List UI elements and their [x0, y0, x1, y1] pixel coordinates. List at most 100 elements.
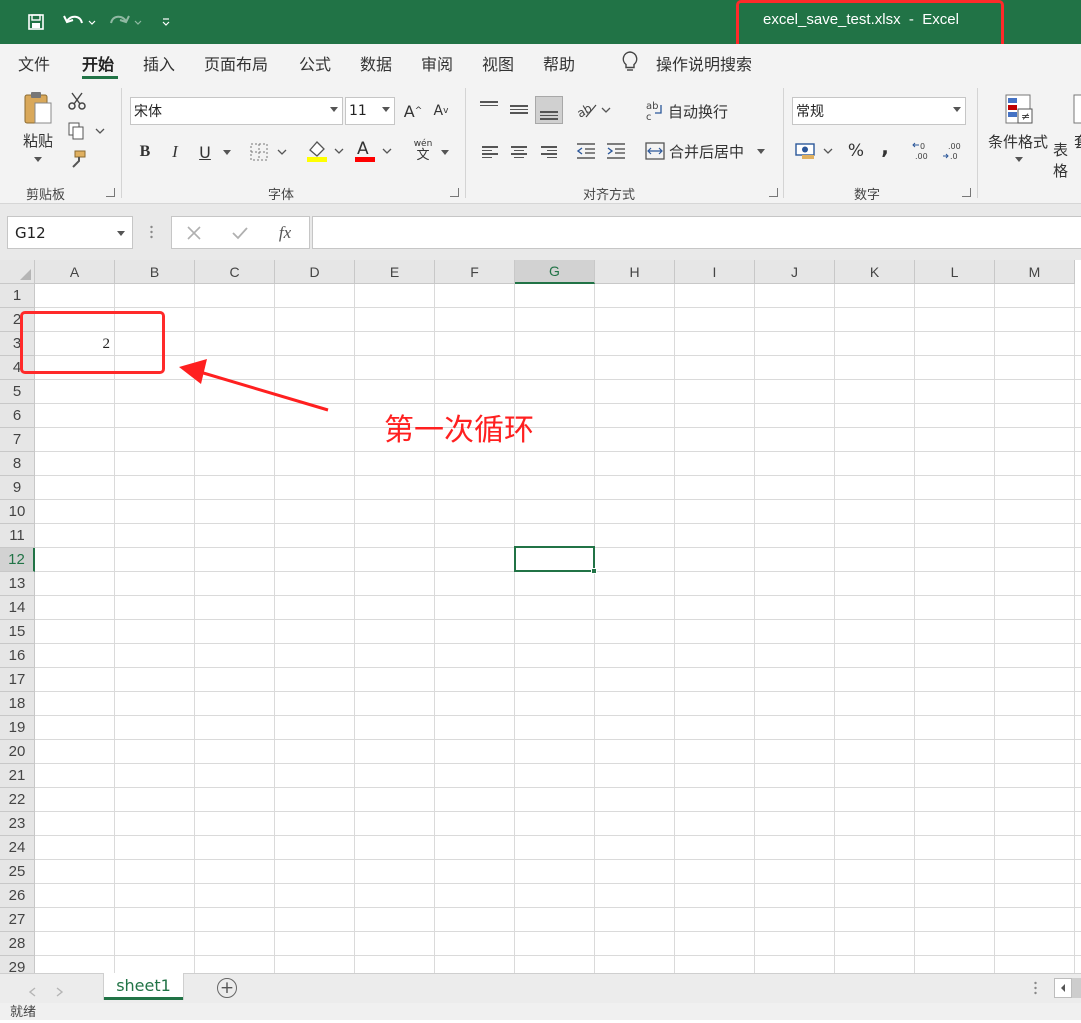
row-header-26[interactable]: 26: [0, 884, 35, 908]
tab-formulas[interactable]: 公式: [299, 51, 331, 75]
row-header-29[interactable]: 29: [0, 956, 35, 973]
copy-icon[interactable]: [66, 120, 106, 142]
align-center-icon[interactable]: [511, 144, 527, 160]
format-painter-icon[interactable]: [66, 148, 88, 170]
row-header-21[interactable]: 21: [0, 764, 35, 788]
font-name-combo[interactable]: 宋体: [130, 97, 343, 125]
column-header-d[interactable]: D: [275, 260, 355, 284]
insert-function-button[interactable]: fx: [272, 221, 298, 245]
sheet-tab-sheet1[interactable]: sheet1: [104, 973, 183, 1000]
wrap-text-icon[interactable]: ab c: [645, 98, 665, 122]
font-color-icon[interactable]: A: [352, 138, 394, 164]
row-header-5[interactable]: 5: [0, 380, 35, 404]
tab-help[interactable]: 帮助: [543, 51, 575, 75]
tab-review[interactable]: 审阅: [421, 51, 453, 75]
increase-decimal-icon[interactable]: 0.00: [911, 139, 935, 163]
wrap-text-button[interactable]: 自动换行: [668, 100, 728, 122]
row-header-17[interactable]: 17: [0, 668, 35, 692]
row-header-10[interactable]: 10: [0, 500, 35, 524]
redo-icon[interactable]: [106, 10, 144, 34]
decrease-indent-icon[interactable]: [574, 140, 598, 162]
column-header-i[interactable]: I: [675, 260, 755, 284]
tell-me-search[interactable]: 操作说明搜索: [656, 51, 752, 75]
number-format-combo[interactable]: 常规: [792, 97, 966, 125]
row-header-25[interactable]: 25: [0, 860, 35, 884]
fill-color-icon[interactable]: [304, 138, 346, 164]
row-header-19[interactable]: 19: [0, 716, 35, 740]
horizontal-scroll-left-button[interactable]: [1054, 978, 1072, 998]
underline-dropdown-chevron-icon[interactable]: [219, 140, 235, 164]
conditional-formatting-icon[interactable]: ≠: [1002, 92, 1036, 128]
align-left-icon[interactable]: [482, 144, 498, 160]
font-launcher-icon[interactable]: [450, 188, 459, 197]
undo-icon[interactable]: [60, 10, 98, 34]
phonetic-dropdown-chevron-icon[interactable]: [437, 140, 453, 164]
column-header-h[interactable]: H: [595, 260, 675, 284]
underline-button[interactable]: U: [194, 140, 216, 164]
phonetic-guide-icon[interactable]: wén 文: [410, 136, 436, 166]
cancel-icon[interactable]: [182, 221, 206, 245]
row-header-12[interactable]: 12: [0, 548, 35, 572]
formula-input[interactable]: [312, 216, 1081, 249]
align-middle-icon[interactable]: [510, 103, 528, 116]
row-header-8[interactable]: 8: [0, 452, 35, 476]
merge-dropdown-chevron-icon[interactable]: [754, 140, 768, 162]
row-header-28[interactable]: 28: [0, 932, 35, 956]
shrink-font-icon[interactable]: Av: [430, 100, 452, 122]
align-right-icon[interactable]: [541, 144, 557, 160]
conditional-dropdown-chevron-icon[interactable]: [1012, 152, 1026, 166]
comma-style-button[interactable]: ,: [875, 135, 895, 159]
row-header-20[interactable]: 20: [0, 740, 35, 764]
row-header-13[interactable]: 13: [0, 572, 35, 596]
column-header-a[interactable]: A: [35, 260, 115, 284]
select-all-button[interactable]: [0, 260, 35, 284]
column-header-g[interactable]: G: [515, 260, 595, 284]
customize-quick-access-icon[interactable]: [158, 10, 174, 34]
align-top-icon[interactable]: [480, 99, 498, 118]
row-header-6[interactable]: 6: [0, 404, 35, 428]
column-header-m[interactable]: M: [995, 260, 1075, 284]
percent-style-button[interactable]: %: [845, 140, 867, 162]
paste-dropdown-chevron-icon[interactable]: [30, 152, 46, 166]
conditional-formatting-button[interactable]: 条件格式: [988, 131, 1048, 151]
scroll-first-sheet-icon[interactable]: [28, 982, 36, 1001]
scroll-next-sheet-icon[interactable]: [56, 982, 64, 1001]
tab-home[interactable]: 开始: [82, 51, 114, 75]
row-header-14[interactable]: 14: [0, 596, 35, 620]
bold-button[interactable]: B: [134, 140, 156, 164]
alignment-launcher-icon[interactable]: [769, 188, 778, 197]
tab-data[interactable]: 数据: [360, 51, 392, 75]
horizontal-scrollbar-thumb[interactable]: [1072, 978, 1081, 998]
active-cell-g12[interactable]: [514, 546, 595, 572]
number-launcher-icon[interactable]: [962, 188, 971, 197]
row-header-18[interactable]: 18: [0, 692, 35, 716]
formula-bar-grip-icon[interactable]: [150, 224, 153, 240]
row-header-15[interactable]: 15: [0, 620, 35, 644]
font-size-combo[interactable]: 11: [345, 97, 395, 125]
row-header-1[interactable]: 1: [0, 284, 35, 308]
fill-handle[interactable]: [591, 568, 597, 574]
column-header-j[interactable]: J: [755, 260, 835, 284]
orientation-icon[interactable]: ab: [576, 98, 612, 122]
tab-insert[interactable]: 插入: [143, 51, 175, 75]
save-icon[interactable]: [25, 10, 47, 34]
tab-view[interactable]: 视图: [482, 51, 514, 75]
merge-center-button[interactable]: 合并后居中: [669, 140, 744, 162]
align-bottom-button[interactable]: [535, 96, 563, 124]
format-as-table-label-2[interactable]: 表格: [1053, 141, 1081, 180]
row-header-27[interactable]: 27: [0, 908, 35, 932]
tab-page-layout[interactable]: 页面布局: [204, 51, 268, 75]
tab-split-handle-icon[interactable]: [1034, 980, 1037, 1000]
cell-area[interactable]: [35, 284, 1081, 973]
row-header-22[interactable]: 22: [0, 788, 35, 812]
column-header-f[interactable]: F: [435, 260, 515, 284]
row-header-24[interactable]: 24: [0, 836, 35, 860]
row-header-9[interactable]: 9: [0, 476, 35, 500]
borders-icon[interactable]: [249, 140, 289, 164]
increase-indent-icon[interactable]: [604, 140, 628, 162]
italic-button[interactable]: I: [164, 140, 186, 164]
grow-font-icon[interactable]: A ^: [402, 100, 424, 122]
column-header-c[interactable]: C: [195, 260, 275, 284]
column-header-e[interactable]: E: [355, 260, 435, 284]
column-header-k[interactable]: K: [835, 260, 915, 284]
